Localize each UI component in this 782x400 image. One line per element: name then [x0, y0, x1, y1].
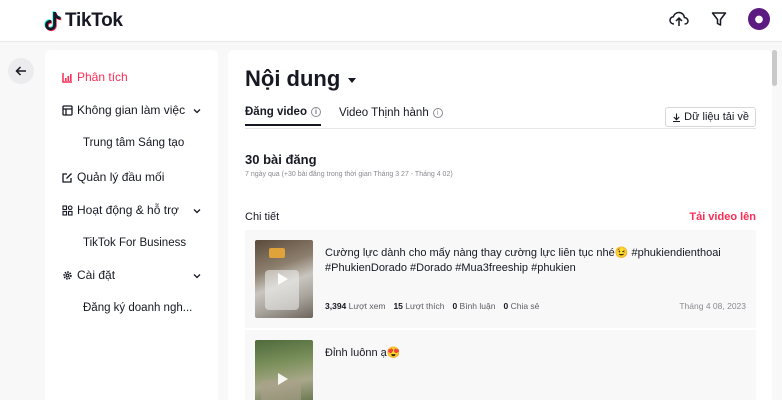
download-icon: [673, 113, 681, 122]
caret-down-icon: [348, 78, 357, 83]
sidebar-item-creative-center[interactable]: Trung tâm Sáng tạo: [83, 137, 184, 149]
video-thumbnail[interactable]: [255, 340, 313, 400]
info-icon[interactable]: i: [432, 108, 443, 118]
upload-video-link[interactable]: Tải video lên: [689, 211, 756, 223]
shares-count: 0: [503, 301, 509, 311]
sidebar-item-activity[interactable]: Hoạt động & hỗ trợ: [61, 203, 179, 217]
chevron-down-icon[interactable]: [192, 271, 202, 281]
tab-trending-videos[interactable]: Video Thịnh hành i: [339, 106, 443, 126]
sidebar-item-label: Không gian làm việc: [77, 103, 186, 117]
likes-label: Lượt thích: [405, 301, 445, 311]
download-data-label: Dữ liệu tải về: [684, 111, 749, 123]
play-icon: [278, 273, 288, 285]
tab-label: Đăng video: [245, 106, 307, 118]
download-data-button[interactable]: Dữ liệu tải về: [665, 107, 756, 127]
comments-label: Bình luận: [459, 301, 496, 311]
video-caption: Đỉnh luônn ạ😍: [325, 347, 401, 359]
sidebar-item-analytics[interactable]: Phân tích: [61, 70, 128, 84]
grid-icon: [61, 204, 73, 216]
filter-icon[interactable]: [708, 8, 730, 30]
brand-name: TikTok: [65, 10, 123, 31]
page-title-dropdown[interactable]: Nội dung: [245, 66, 357, 92]
analytics-icon: [61, 71, 73, 83]
sidebar: Phân tích Không gian làm việc Trung tâm …: [45, 50, 218, 400]
shares-label: Chia sẻ: [510, 301, 540, 311]
tiktok-logo[interactable]: TikTok: [44, 10, 123, 32]
video-thumbnail[interactable]: [255, 240, 313, 318]
play-icon: [278, 373, 288, 385]
sidebar-item-label: Cài đặt: [77, 268, 116, 282]
chevron-down-icon[interactable]: [192, 206, 202, 216]
video-date: Tháng 4 08, 2023: [679, 301, 746, 311]
main-panel: Nội dung Đăng video i Video Thịnh hành i…: [228, 50, 772, 400]
sidebar-item-business-registration[interactable]: Đăng ký doanh ngh...: [83, 302, 192, 314]
back-button[interactable]: [8, 58, 34, 84]
scrollbar[interactable]: [772, 50, 777, 86]
views-count: 3,394: [325, 301, 347, 311]
tab-label: Video Thịnh hành: [338, 107, 429, 119]
likes-count: 15: [393, 301, 403, 311]
sidebar-item-label: Hoạt động & hỗ trợ: [77, 203, 179, 217]
divider: [245, 128, 756, 129]
sidebar-item-tiktok-for-business[interactable]: TikTok For Business: [83, 237, 186, 249]
video-caption: Cường lực dành cho mấy nàng thay cường l…: [325, 247, 721, 274]
post-count: 30 bài đăng: [245, 152, 317, 167]
sidebar-item-workspace[interactable]: Không gian làm việc: [61, 103, 185, 117]
info-icon[interactable]: i: [310, 107, 321, 117]
video-row[interactable]: Cường lực dành cho mấy nàng thay cường l…: [245, 230, 756, 328]
tab-posted-videos[interactable]: Đăng video i: [245, 106, 321, 126]
sidebar-item-leads[interactable]: Quản lý đầu mối: [61, 170, 164, 184]
video-row[interactable]: Đỉnh luônn ạ😍: [245, 330, 756, 400]
gear-icon: [61, 269, 73, 281]
avatar[interactable]: ●: [748, 8, 770, 30]
details-label: Chi tiết: [245, 211, 280, 223]
arrow-left-icon: [15, 66, 26, 76]
video-stats: 3,394 Lượt xem 15 Lượt thích 0 Bình luận…: [325, 301, 539, 311]
workspace-icon: [61, 104, 73, 116]
sidebar-item-settings[interactable]: Cài đặt: [61, 268, 115, 282]
views-label: Lượt xem: [348, 301, 386, 311]
chevron-down-icon[interactable]: [192, 106, 202, 116]
top-bar: TikTok ●: [0, 0, 782, 42]
post-count-subtitle: 7 ngày qua (+30 bài đăng trong thời gian…: [245, 171, 453, 178]
comments-count: 0: [452, 301, 458, 311]
edit-box-icon: [61, 171, 73, 183]
sidebar-item-label: Quản lý đầu mối: [77, 170, 165, 184]
page-title: Nội dung: [245, 66, 341, 91]
sidebar-item-label: Phân tích: [77, 70, 128, 84]
tiktok-logo-icon: [44, 11, 62, 32]
upload-cloud-icon[interactable]: [668, 8, 690, 30]
avatar-initial: ●: [754, 13, 764, 25]
